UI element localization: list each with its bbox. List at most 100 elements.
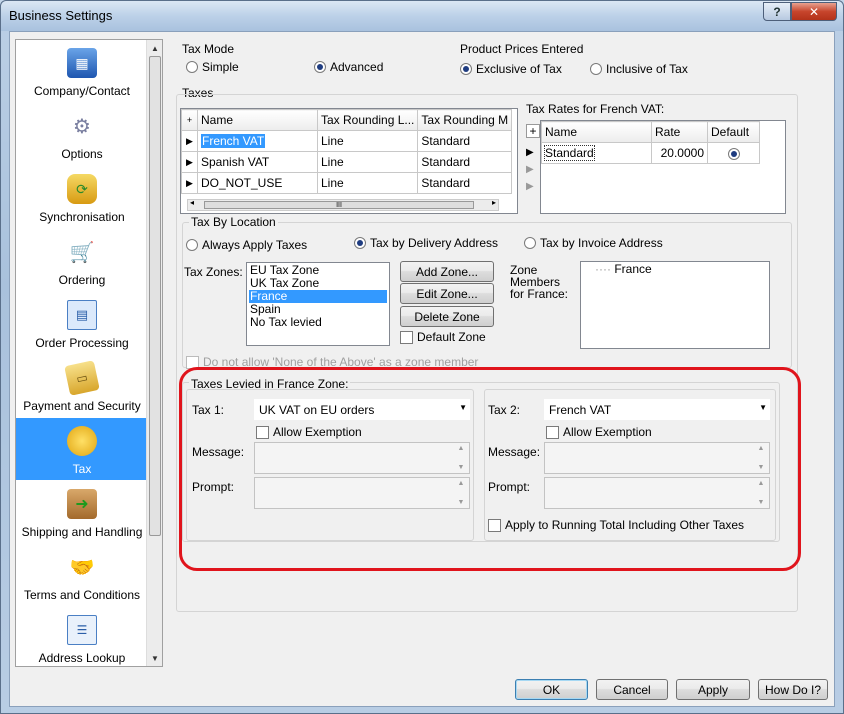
- tax-name-cell[interactable]: Spanish VAT: [197, 151, 318, 173]
- rounding-level-cell[interactable]: Line: [316, 130, 419, 152]
- apply-button[interactable]: Apply: [676, 679, 750, 700]
- row-selector-icon[interactable]: ▶: [526, 144, 534, 161]
- default-zone-checkbox[interactable]: Default Zone: [400, 330, 486, 344]
- member-text: France: [614, 262, 652, 276]
- tax-name-text: French VAT: [201, 134, 266, 148]
- column-header-name[interactable]: Name: [197, 109, 318, 131]
- column-header-rounding-method[interactable]: Tax Rounding M: [417, 109, 513, 131]
- add-rate-button[interactable]: +: [526, 124, 540, 138]
- handshake-icon: 🤝: [69, 556, 95, 579]
- sidebar-item-order-processing[interactable]: ▤ Order Processing: [16, 292, 148, 354]
- column-header-default[interactable]: Default: [707, 121, 760, 143]
- rounding-method-cell[interactable]: Standard: [417, 151, 513, 173]
- business-settings-window: Business Settings ? ✕ ▦ Company/Contact …: [0, 0, 844, 714]
- dialog-client: ▦ Company/Contact ⚙ Options ⟳ Synchronis…: [9, 31, 835, 707]
- scroll-right-icon[interactable]: ▸: [492, 198, 496, 207]
- highlight-annotation: [179, 367, 801, 571]
- how-do-i-button[interactable]: How Do I?: [758, 679, 828, 700]
- sidebar-scrollbar[interactable]: ▲ ▼: [146, 40, 162, 666]
- rate-name-cell[interactable]: Standard: [541, 142, 652, 164]
- settings-sidebar: ▦ Company/Contact ⚙ Options ⟳ Synchronis…: [15, 39, 163, 667]
- row-selector-icon[interactable]: ▶: [181, 130, 198, 152]
- table-row[interactable]: ▶ Spanish VAT Line Standard: [181, 151, 513, 173]
- invoice-address-radio[interactable]: Tax by Invoice Address: [524, 236, 663, 250]
- taxes-hscrollbar[interactable]: ◂ III ▸: [187, 198, 499, 211]
- table-row[interactable]: ▶ DO_NOT_USE Line Standard: [181, 172, 513, 194]
- tax-zones-list[interactable]: EU Tax Zone UK Tax Zone France Spain No …: [246, 262, 390, 346]
- scroll-up-icon[interactable]: ▲: [147, 40, 162, 56]
- sidebar-item-label: Address Lookup: [38, 651, 126, 665]
- sidebar-item-terms-conditions[interactable]: 🤝 Terms and Conditions: [16, 544, 148, 606]
- table-row[interactable]: ▶ French VAT Line Standard: [181, 130, 513, 152]
- zone-members-list[interactable]: ···· France: [580, 261, 770, 349]
- sidebar-item-company-contact[interactable]: ▦ Company/Contact: [16, 40, 148, 102]
- gears-icon: ⚙: [73, 115, 91, 138]
- simple-radio[interactable]: Simple: [186, 60, 239, 74]
- edit-zone-button[interactable]: Edit Zone...: [400, 283, 494, 304]
- sidebar-item-tax[interactable]: Tax: [16, 418, 148, 480]
- sidebar-item-payment-security[interactable]: ▭ Payment and Security: [16, 355, 148, 417]
- scroll-left-icon[interactable]: ◂: [190, 198, 194, 207]
- rounding-level-cell[interactable]: Line: [316, 172, 419, 194]
- sidebar-item-label: Synchronisation: [39, 210, 125, 224]
- list-item[interactable]: ···· France: [583, 263, 767, 276]
- taxes-grid[interactable]: + Name Tax Rounding L... Tax Rounding M …: [180, 108, 518, 214]
- scrollbar-thumb[interactable]: III: [204, 201, 474, 209]
- column-header-name[interactable]: Name: [541, 121, 652, 143]
- sidebar-item-label: Ordering: [58, 273, 106, 287]
- row-selector-icon[interactable]: ▶: [526, 161, 534, 178]
- sidebar-item-ordering[interactable]: 🛒 Ordering: [16, 229, 148, 291]
- row-selector-icon[interactable]: ▶: [181, 151, 198, 173]
- tax-mode-label: Tax Mode: [182, 42, 235, 56]
- radio-dot: [727, 148, 740, 160]
- delete-zone-button[interactable]: Delete Zone: [400, 306, 494, 327]
- title-bar: Business Settings ? ✕: [1, 1, 843, 31]
- delivery-address-radio[interactable]: Tax by Delivery Address: [354, 236, 498, 250]
- cancel-button[interactable]: Cancel: [596, 679, 668, 700]
- sidebar-item-synchronisation[interactable]: ⟳ Synchronisation: [16, 166, 148, 228]
- advanced-radio[interactable]: Advanced: [314, 60, 383, 74]
- list-item[interactable]: No Tax levied: [249, 316, 387, 329]
- help-button[interactable]: ?: [763, 2, 791, 21]
- rounding-method-cell[interactable]: Standard: [417, 130, 513, 152]
- sidebar-item-label: Order Processing: [35, 336, 129, 350]
- default-radio[interactable]: [707, 142, 760, 164]
- add-tax-button[interactable]: +: [181, 109, 198, 131]
- row-selector-icon[interactable]: ▶: [526, 178, 534, 195]
- simple-label: Simple: [202, 60, 239, 74]
- tax-name-cell[interactable]: DO_NOT_USE: [197, 172, 318, 194]
- exclusive-tax-radio[interactable]: Exclusive of Tax: [460, 62, 562, 76]
- close-button[interactable]: ✕: [791, 2, 837, 21]
- column-header-rounding-level[interactable]: Tax Rounding L...: [316, 109, 419, 131]
- product-prices-group: Product Prices Entered Exclusive of Tax …: [452, 42, 798, 80]
- tax-name-cell[interactable]: French VAT: [197, 130, 318, 152]
- window-title: Business Settings: [9, 8, 113, 23]
- sidebar-item-options[interactable]: ⚙ Options: [16, 103, 148, 165]
- coins-icon: [67, 426, 97, 456]
- column-header-rate[interactable]: Rate: [651, 121, 708, 143]
- ok-button[interactable]: OK: [515, 679, 588, 700]
- always-apply-radio[interactable]: Always Apply Taxes: [186, 238, 307, 252]
- advanced-label: Advanced: [330, 60, 384, 74]
- sidebar-item-address-lookup[interactable]: ☰ Address Lookup: [16, 607, 148, 666]
- tax-rates-grid[interactable]: Name Rate Default Standard 20.0000: [540, 120, 786, 214]
- radio-dot: [314, 61, 326, 73]
- sidebar-item-label: Tax: [72, 462, 92, 476]
- sidebar-item-label: Payment and Security: [23, 399, 141, 413]
- inclusive-label: Inclusive of Tax: [606, 62, 688, 76]
- row-selector-icon[interactable]: ▶: [181, 172, 198, 194]
- shopping-cart-icon: 🛒: [69, 241, 95, 264]
- add-zone-button[interactable]: Add Zone...: [400, 261, 494, 282]
- rounding-method-cell[interactable]: Standard: [417, 172, 513, 194]
- always-apply-label: Always Apply Taxes: [202, 238, 308, 252]
- sidebar-item-shipping-handling[interactable]: ➜ Shipping and Handling: [16, 481, 148, 543]
- inclusive-tax-radio[interactable]: Inclusive of Tax: [590, 62, 688, 76]
- rate-name-text: Standard: [544, 145, 595, 161]
- radio-dot: [186, 61, 198, 73]
- table-row[interactable]: Standard 20.0000: [541, 142, 760, 164]
- sidebar-item-label: Terms and Conditions: [23, 588, 141, 602]
- scroll-down-icon[interactable]: ▼: [147, 650, 162, 666]
- scrollbar-thumb[interactable]: [149, 56, 161, 536]
- rounding-level-cell[interactable]: Line: [316, 151, 419, 173]
- rate-value-cell[interactable]: 20.0000: [651, 142, 708, 164]
